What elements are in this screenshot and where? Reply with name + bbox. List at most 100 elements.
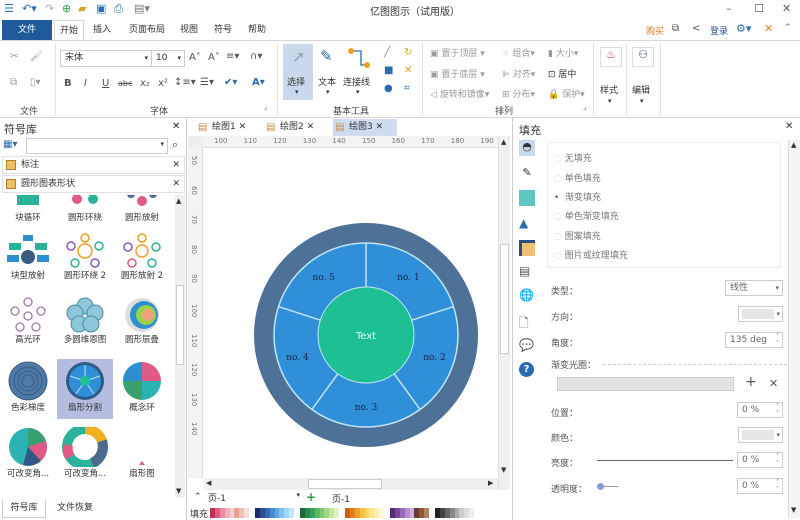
symbol-item[interactable]: 圆形环绕 — [57, 195, 113, 223]
redo-icon[interactable]: ↷ — [45, 2, 54, 15]
collapse-ribbon-icon[interactable]: ⌃ — [784, 23, 792, 33]
fill-option-solid[interactable]: ○ 单色填充 — [554, 171, 601, 184]
ellipse-tool-icon[interactable]: ● — [384, 83, 393, 94]
fill-option-gradient-selected[interactable]: • 渐变填充 — [554, 190, 601, 203]
app-menu-icon[interactable]: ☰ — [4, 2, 14, 15]
category-circle-charts[interactable]: 圆形图表形状 ✕ — [2, 175, 185, 193]
italic-icon[interactable]: I — [84, 78, 87, 89]
align-icon[interactable]: ≡▾ — [226, 51, 239, 62]
strikethrough-icon[interactable]: abc — [118, 79, 132, 88]
tab-file[interactable]: 文件 — [2, 20, 52, 40]
tab-symbol-library[interactable]: 符号库 — [2, 500, 46, 518]
minimize-button[interactable]: – — [726, 2, 732, 15]
symbol-item[interactable]: 可改变角... — [57, 427, 113, 479]
scroll-thumb[interactable] — [176, 285, 184, 365]
attachment-tab-icon[interactable]: 🗋 — [519, 314, 535, 330]
segment-label[interactable]: no. 1 — [397, 273, 420, 283]
page-select[interactable]: 页-1 ▾ — [208, 491, 300, 504]
library-scrollbar[interactable]: ▲ ▼ — [175, 195, 185, 498]
open-icon[interactable]: ▰ — [78, 2, 86, 15]
superscript-icon[interactable]: x² — [158, 78, 168, 89]
share-screen-icon[interactable]: ⧉ — [672, 23, 679, 34]
font-dialog-launcher[interactable]: ⌟ — [264, 103, 267, 111]
close-category-icon[interactable]: ✕ — [172, 157, 180, 173]
save-icon[interactable]: ▣ — [96, 2, 106, 15]
page-tab[interactable]: 页-1 — [332, 492, 350, 505]
fill-option-picture[interactable]: ○ 图片或纹理填充 — [554, 248, 628, 261]
settings-icon[interactable]: ⚙▾ — [736, 22, 751, 35]
font-name-select[interactable]: 宋体 ▾ — [60, 50, 152, 67]
vertical-scrollbar[interactable]: ▲ ▼ — [498, 136, 510, 490]
style-button[interactable]: ♨ 样式 ▾ — [598, 45, 626, 111]
page-tab-icon[interactable]: ▤ — [519, 264, 535, 280]
buy-link[interactable]: 购买 — [646, 24, 664, 37]
align-button[interactable]: ⊫ 对齐▾ — [502, 67, 535, 80]
bullets-icon[interactable]: ☰▾ — [200, 77, 214, 88]
rotate-mirror-button[interactable]: ◁ 旋转和镜像▾ — [430, 87, 489, 100]
close-panel-icon[interactable]: ✕ — [785, 121, 793, 132]
new-icon[interactable]: ⊕ — [62, 2, 71, 15]
transparency-spinner[interactable]: 0 % ˄ ˅ — [737, 478, 783, 494]
tab-insert[interactable]: 插入 — [88, 20, 116, 40]
edit-button[interactable]: ⚇ 编辑 ▾ — [630, 45, 658, 111]
scroll-down-icon[interactable]: ▼ — [176, 487, 181, 495]
font-color-icon[interactable]: A▾ — [252, 77, 265, 88]
close-tab-icon[interactable]: ✕ — [239, 122, 247, 132]
symbol-item[interactable]: 多圆维恩图 — [57, 297, 113, 345]
segment-label[interactable]: no. 5 — [312, 273, 335, 283]
format-painter-icon[interactable]: 🖌 — [30, 51, 43, 62]
fill-option-single-gradient[interactable]: ○ 单色渐变填充 — [554, 209, 619, 222]
drawing-canvas[interactable]: no. 1 no. 2 no. 3 no. 4 no. 5 Text — [204, 148, 498, 478]
image-tab-icon[interactable]: ▲ — [519, 216, 535, 232]
select-button[interactable]: ➚ 选择 ▾ — [283, 44, 313, 100]
brightness-slider[interactable] — [597, 460, 733, 461]
symbol-item-selected[interactable]: 扇形分割 — [57, 359, 113, 419]
position-spinner[interactable]: 0 % ˄ ˅ — [737, 402, 783, 418]
highlight-icon[interactable]: ✔▾ — [224, 77, 237, 88]
underline-icon[interactable]: U — [102, 78, 109, 89]
layer-tab-icon[interactable] — [519, 240, 535, 256]
font-size-select[interactable]: 10 ▾ — [151, 50, 185, 67]
print-icon[interactable]: ⎙ — [114, 2, 123, 16]
crop-tool-icon[interactable]: ⌗ — [404, 83, 410, 94]
scroll-right-icon[interactable]: ▶ — [488, 479, 493, 487]
protect-button[interactable]: 🔒 保护▾ — [548, 87, 585, 100]
scroll-thumb[interactable] — [308, 479, 382, 489]
scroll-up-icon[interactable]: ▲ — [176, 197, 181, 205]
tab-view[interactable]: 视图 — [176, 20, 202, 40]
segment-label[interactable]: no. 2 — [423, 353, 446, 363]
symbol-item[interactable]: 概念环 — [114, 361, 170, 413]
close-button[interactable]: ✕ — [782, 2, 791, 15]
tab-start[interactable]: 开始 — [54, 20, 84, 40]
doc-tab-3-active[interactable]: ▤ 绘图3 ✕ — [333, 119, 397, 136]
tab-page-layout[interactable]: 页面布局 — [124, 20, 170, 40]
search-icon[interactable]: ⌕ — [172, 138, 178, 152]
add-stop-icon[interactable]: + — [745, 374, 757, 390]
close-tab-icon[interactable]: ✕ — [307, 122, 315, 132]
symbol-item[interactable]: 圆形环绕 2 — [57, 233, 113, 281]
close-category-icon[interactable]: ✕ — [172, 176, 180, 192]
cross-tool-icon[interactable]: ✕ — [404, 65, 412, 76]
comment-tab-icon[interactable]: 💬 — [519, 338, 535, 354]
plugin-icon[interactable]: ✕ — [764, 22, 773, 35]
fill-option-none[interactable]: ○ 无填充 — [554, 151, 592, 164]
center-button[interactable]: ⊡ 居中 — [548, 67, 576, 80]
panel-scrollbar[interactable]: ▲ ▼ — [788, 140, 800, 518]
copy-icon[interactable]: ⧉ — [10, 77, 17, 88]
share-icon[interactable]: < — [692, 23, 700, 34]
symbol-item[interactable]: 块型放射 — [0, 233, 56, 281]
horizontal-scrollbar[interactable]: ◀ ▶ — [204, 478, 498, 490]
remove-stop-icon[interactable]: ✕ — [769, 377, 778, 390]
scroll-thumb[interactable] — [500, 244, 509, 354]
category-callout[interactable]: 标注 ✕ — [2, 156, 185, 174]
hyperlink-tab-icon[interactable]: 🌐 — [519, 288, 535, 304]
paste-icon[interactable]: ▯▾ — [30, 77, 41, 88]
type-select[interactable]: 线性 ▾ — [725, 280, 783, 296]
library-menu-icon[interactable]: ▦▾ — [3, 139, 17, 150]
scroll-down-icon[interactable]: ▼ — [501, 466, 506, 474]
export-icon[interactable]: ▤▾ — [134, 2, 150, 15]
search-input[interactable]: ▾ — [26, 138, 168, 154]
scroll-left-icon[interactable]: ◀ — [206, 479, 211, 487]
tab-symbol[interactable]: 符号 — [210, 20, 236, 40]
gradient-stops-bar[interactable] — [557, 377, 734, 391]
